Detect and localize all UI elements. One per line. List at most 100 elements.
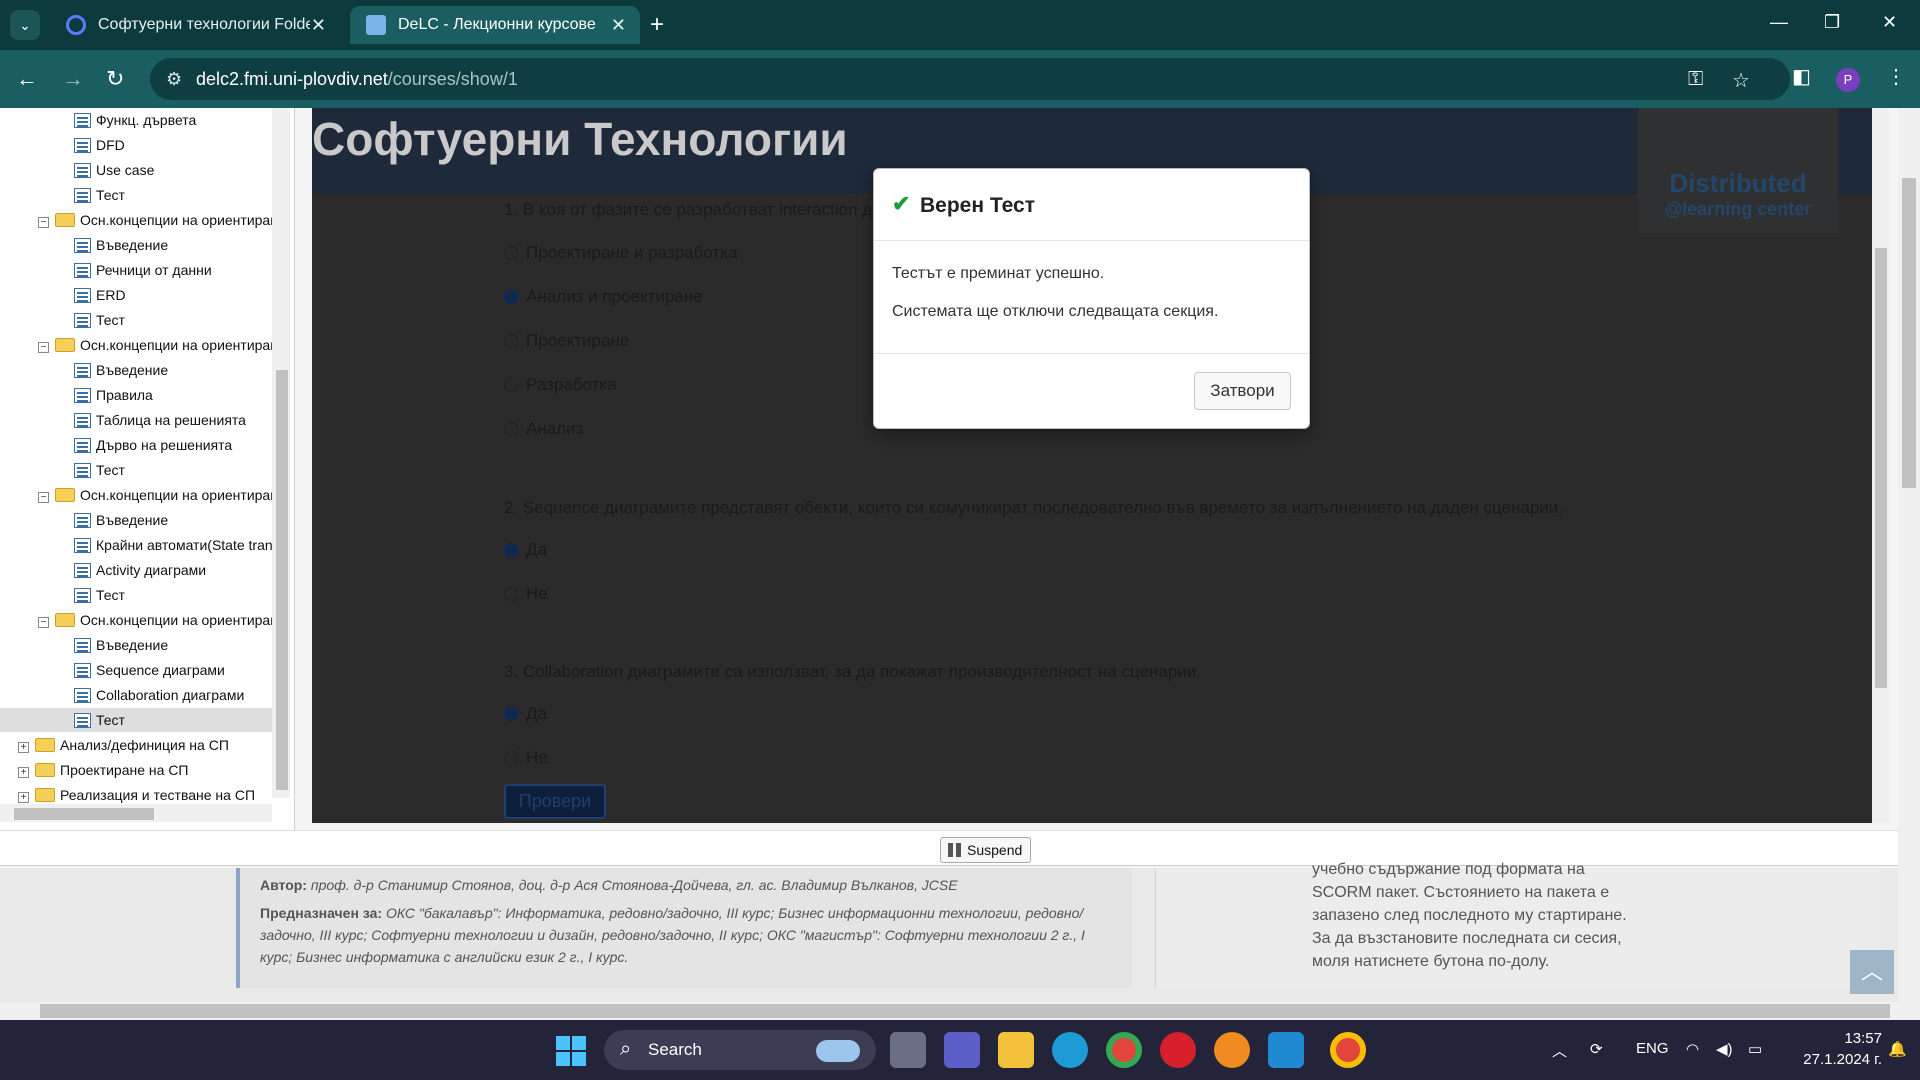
url-text[interactable]: delc2.fmi.uni-plovdiv.net/courses/show/1 [196, 69, 518, 90]
folder-icon [55, 488, 75, 502]
weather-cloud-icon [816, 1040, 860, 1062]
tray-chevron-icon[interactable]: ︿ [1552, 1040, 1567, 1061]
menu-kebab-icon[interactable]: ⋮ [1886, 64, 1906, 89]
new-tab-icon[interactable]: + [650, 10, 664, 40]
tree-folder[interactable]: + Проектиране на СП [18, 758, 189, 782]
tree-folder[interactable]: − Осн.концепции на ориентиран [38, 608, 278, 632]
expand-icon[interactable]: + [18, 792, 29, 803]
suspend-button[interactable]: Suspend [940, 837, 1031, 863]
taskbar-search[interactable]: ⌕ Search [604, 1030, 876, 1070]
document-icon [74, 713, 91, 728]
edge-icon[interactable] [1052, 1032, 1088, 1068]
course-info-right: учебно съдържание под формата на SCORM п… [1155, 861, 1880, 988]
file-explorer-icon[interactable] [998, 1032, 1034, 1068]
notification-bell-icon[interactable]: 🔔 [1888, 1040, 1907, 1058]
tree-item[interactable]: Collaboration диаграми [74, 683, 244, 707]
tree-item[interactable]: Тест [74, 458, 125, 482]
task-view-icon[interactable] [890, 1032, 926, 1068]
expand-icon[interactable]: + [18, 767, 29, 778]
scroll-to-top-button[interactable]: ︿ [1850, 950, 1894, 994]
forward-icon[interactable]: → [62, 64, 84, 94]
tree-item[interactable]: Тест [74, 183, 125, 207]
tree-label: Осн.концепции на ориентиран [80, 212, 278, 228]
close-tab-icon[interactable]: ✕ [611, 6, 626, 44]
intended-for-label: Предназначен за: [260, 905, 383, 921]
tree-folder[interactable]: − Осн.концепции на ориентиран [38, 208, 278, 232]
tree-vertical-scroll-thumb[interactable] [276, 370, 288, 790]
clock-time[interactable]: 13:57 [1812, 1030, 1882, 1047]
site-info-icon[interactable]: ⚙ [166, 69, 182, 90]
page-vertical-scroll-thumb[interactable] [1902, 178, 1916, 488]
collapse-icon[interactable]: − [38, 492, 49, 503]
tree-item[interactable]: Въведение [74, 508, 168, 532]
close-tab-icon[interactable]: ✕ [311, 6, 326, 44]
window-close-icon[interactable]: ✕ [1882, 12, 1897, 33]
blender-icon[interactable] [1214, 1032, 1250, 1068]
windows-start-icon[interactable] [556, 1036, 586, 1066]
vscode-icon[interactable] [1268, 1032, 1304, 1068]
tree-label: Въведение [96, 362, 169, 378]
tree-item[interactable]: Тест [74, 583, 125, 607]
side-panel-icon[interactable]: ◧ [1792, 64, 1811, 89]
tree-label: Речници от данни [96, 262, 212, 278]
collapse-icon[interactable]: − [38, 217, 49, 228]
folder-icon [55, 338, 75, 352]
back-icon[interactable]: ← [16, 64, 38, 94]
reload-icon[interactable]: ↻ [106, 64, 124, 94]
tree-item[interactable]: Въведение [74, 358, 168, 382]
tab-delc[interactable]: DeLC - Лекционни курсове ✕ [350, 6, 640, 44]
tree-folder[interactable]: − Осн.концепции на ориентиран [38, 333, 278, 357]
search-label: Search [648, 1040, 702, 1059]
tree-item[interactable]: Речници от данни [74, 258, 212, 282]
tree-item[interactable]: DFD [74, 133, 125, 157]
chrome-profile-icon[interactable] [1330, 1032, 1366, 1068]
tree-label: Функц. дървета [96, 112, 197, 128]
tree-item[interactable]: Activity диаграми [74, 558, 206, 582]
wifi-icon[interactable]: ◠ [1686, 1040, 1699, 1058]
tree-folder[interactable]: + Анализ/дефиниция на СП [18, 733, 229, 757]
tree-label: Въведение [96, 237, 169, 253]
profile-avatar[interactable]: P [1836, 68, 1860, 92]
document-icon [74, 113, 91, 128]
battery-icon[interactable]: ▭ [1748, 1040, 1762, 1058]
suspend-label: Suspend [967, 842, 1023, 858]
clock-date[interactable]: 27.1.2024 г. [1780, 1051, 1882, 1068]
restore-icon[interactable]: ❐ [1824, 12, 1840, 33]
frame-vertical-scroll-thumb[interactable] [1875, 248, 1887, 688]
password-key-icon[interactable]: ⚿ [1688, 68, 1703, 91]
opera-icon[interactable] [1160, 1032, 1196, 1068]
document-icon [74, 638, 91, 653]
collapse-icon[interactable]: − [38, 342, 49, 353]
volume-icon[interactable]: ◀) [1716, 1040, 1733, 1058]
close-button[interactable]: Затвори [1194, 372, 1291, 410]
tab-folder[interactable]: Софтуерни технологии Folder ✕ [50, 6, 340, 44]
address-bar[interactable]: ⚙ delc2.fmi.uni-plovdiv.net/courses/show… [150, 58, 1790, 100]
tree-item[interactable]: Таблица на решенията [74, 408, 246, 432]
tree-folder[interactable]: − Осн.концепции на ориентиран [38, 483, 278, 507]
tree-horizontal-scroll-thumb[interactable] [14, 808, 154, 820]
language-indicator[interactable]: ENG [1636, 1040, 1669, 1057]
document-icon [74, 138, 91, 153]
page-horizontal-scroll-thumb[interactable] [40, 1004, 1890, 1018]
tree-item[interactable]: Крайни автомати(State tran [74, 533, 273, 557]
tree-item[interactable]: Тест [0, 708, 272, 732]
tree-item[interactable]: ERD [74, 283, 126, 307]
chrome-icon[interactable] [1106, 1032, 1142, 1068]
tree-item[interactable]: Дърво на решенията [74, 433, 232, 457]
bookmark-star-icon[interactable]: ☆ [1732, 68, 1750, 93]
tree-item[interactable]: Тест [74, 308, 125, 332]
expand-icon[interactable]: + [18, 742, 29, 753]
tree-item[interactable]: Use case [74, 158, 154, 182]
tab-search-button[interactable]: ⌄ [10, 10, 40, 40]
sync-icon[interactable]: ⟳ [1590, 1040, 1603, 1058]
minimize-icon[interactable]: — [1770, 12, 1788, 33]
tree-item[interactable]: Правила [74, 383, 153, 407]
tree-item[interactable]: Въведение [74, 233, 168, 257]
intended-for-value: ОКС "бакалавър": Информатика, редовно/за… [260, 905, 1085, 965]
tree-item[interactable]: Sequence диаграми [74, 658, 225, 682]
tree-item[interactable]: Функц. дървета [74, 108, 196, 132]
tree-label: Тест [96, 187, 125, 203]
teams-icon[interactable] [944, 1032, 980, 1068]
tree-item[interactable]: Въведение [74, 633, 168, 657]
collapse-icon[interactable]: − [38, 617, 49, 628]
